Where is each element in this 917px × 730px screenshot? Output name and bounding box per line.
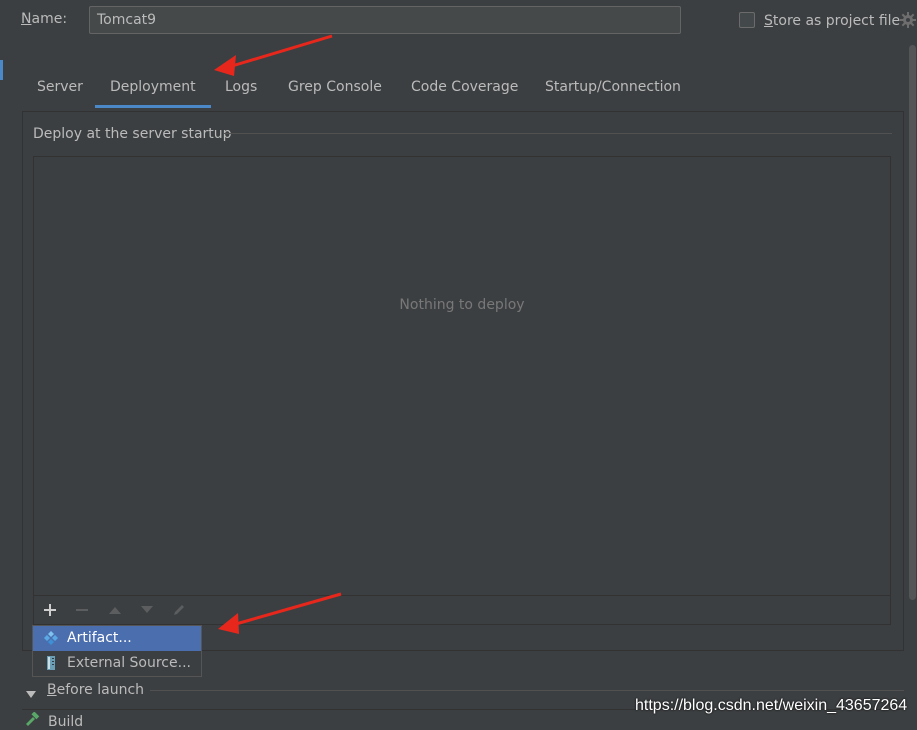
watermark-text: https://blog.csdn.net/weixin_43657264 [635, 697, 908, 714]
annotation-arrows [214, 34, 342, 634]
arrow-to-deployment-tab [214, 34, 333, 76]
arrow-to-artifact-item [218, 592, 342, 634]
